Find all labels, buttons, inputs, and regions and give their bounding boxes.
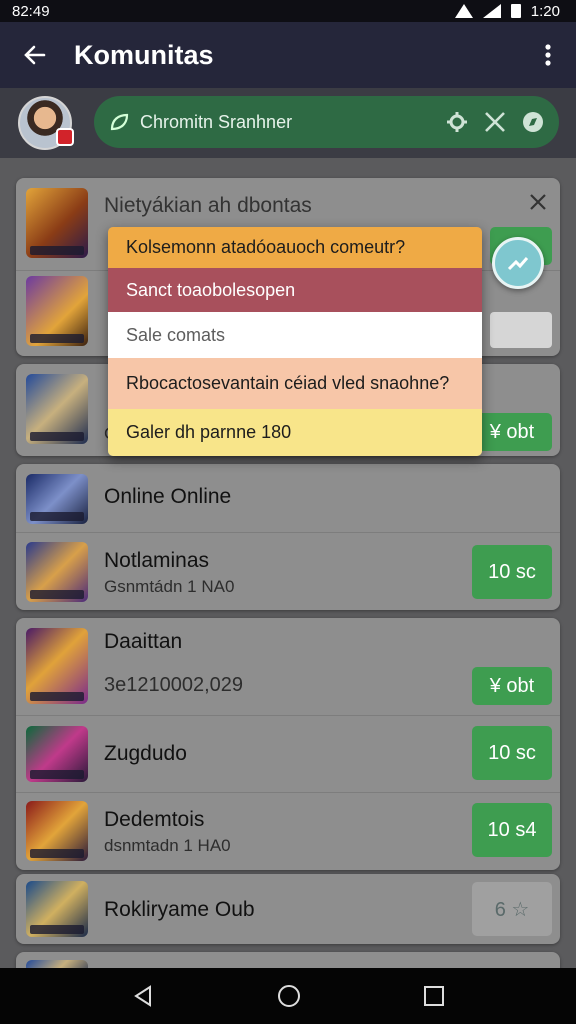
app-bar: Komunitas (0, 22, 576, 88)
buy-button[interactable]: ¥ obt (472, 413, 552, 451)
row-title: Online Online (104, 485, 232, 508)
row-subtitle: dsnmtadn 1 HA0 (104, 836, 231, 855)
action-button[interactable] (490, 312, 552, 348)
menu-item[interactable]: Galer dh parnne 180 (108, 409, 482, 456)
compass-icon[interactable] (521, 110, 545, 134)
status-time: 82:49 (12, 2, 50, 20)
status-time-right: 1:20 (530, 2, 560, 20)
row-title: Notlaminas (104, 549, 210, 572)
game-thumbnail[interactable] (26, 542, 88, 602)
list-item[interactable]: Online Online (16, 464, 560, 532)
list-item[interactable]: Daaittan 3e1210002,029 ¥ obt (16, 618, 560, 714)
close-icon[interactable] (526, 190, 550, 214)
game-thumbnail[interactable] (26, 374, 88, 444)
back-icon[interactable] (131, 984, 155, 1008)
cell-signal-icon (482, 4, 501, 18)
price-button[interactable]: 10 s4 (472, 803, 552, 857)
price-button[interactable]: 10 sc (472, 545, 552, 599)
game-thumbnail[interactable] (26, 474, 88, 524)
row-title: Daaittan (104, 630, 183, 653)
card-5: Rokliryame Oub 6 ☆ (16, 874, 560, 944)
trending-icon (507, 257, 529, 271)
list-item[interactable]: Dedemtois dsnmtadn 1 HA0 10 s4 (16, 793, 560, 870)
system-nav-bar (0, 968, 576, 1024)
rating-button[interactable]: 6 ☆ (472, 882, 552, 936)
menu-item[interactable]: Sanct toaobolesopen (108, 268, 482, 312)
more-vert-icon[interactable] (520, 22, 576, 88)
card-title: Nietyákian ah dbontas (104, 194, 312, 217)
home-icon[interactable] (276, 983, 302, 1009)
avatar[interactable] (18, 96, 74, 150)
menu-item[interactable]: Sale comats (108, 312, 482, 358)
trend-fab[interactable] (492, 237, 544, 289)
search-text: Chromitn Sranhner (140, 111, 293, 132)
search-field[interactable]: Chromitn Sranhner (94, 96, 559, 148)
game-thumbnail[interactable] (26, 881, 88, 937)
row-subtitle: 3e1210002,029 (104, 674, 244, 696)
buy-button[interactable]: ¥ obt (472, 667, 552, 705)
game-thumbnail[interactable] (26, 726, 88, 782)
page-title: Komunitas (74, 39, 214, 70)
game-thumbnail[interactable] (26, 628, 88, 704)
shuffle-icon[interactable] (483, 110, 507, 134)
status-bar: 82:49 1:20 (0, 0, 576, 22)
search-row: Chromitn Sranhner (0, 88, 576, 158)
menu-item[interactable]: Rbocactosevantain céiad vled snaohne? (108, 358, 482, 409)
row-title: Dedemtois (104, 808, 205, 831)
recents-icon[interactable] (423, 985, 445, 1007)
list-item[interactable]: Notlaminas Gsnmtádn 1 NA0 10 sc (16, 532, 560, 610)
price-button[interactable]: 10 sc (472, 726, 552, 780)
row-subtitle: Gsnmtádn 1 NA0 (104, 577, 235, 596)
wifi-signal-icon (454, 4, 473, 18)
leaf-icon (110, 113, 129, 131)
avatar-badge (56, 128, 74, 146)
list-item[interactable]: Zugdudo 10 sc (16, 716, 560, 792)
settings-icon[interactable] (445, 110, 469, 134)
game-thumbnail[interactable] (26, 276, 88, 346)
game-thumbnail[interactable] (26, 188, 88, 258)
context-menu: Kolsemonn atadóoauoch comeutr? Sanct toa… (108, 227, 482, 456)
row-title: Zugdudo (104, 742, 187, 765)
game-thumbnail[interactable] (26, 801, 88, 861)
menu-item[interactable]: Kolsemonn atadóoauoch comeutr? (108, 227, 482, 268)
back-arrow-icon[interactable] (0, 22, 70, 88)
card-3: Online Online Notlaminas Gsnmtádn 1 NA0 … (16, 464, 560, 610)
card-4: Daaittan 3e1210002,029 ¥ obt Zugdudo 10 … (16, 618, 560, 870)
row-title: Rokliryame Oub (104, 898, 255, 921)
battery-icon (510, 4, 521, 18)
